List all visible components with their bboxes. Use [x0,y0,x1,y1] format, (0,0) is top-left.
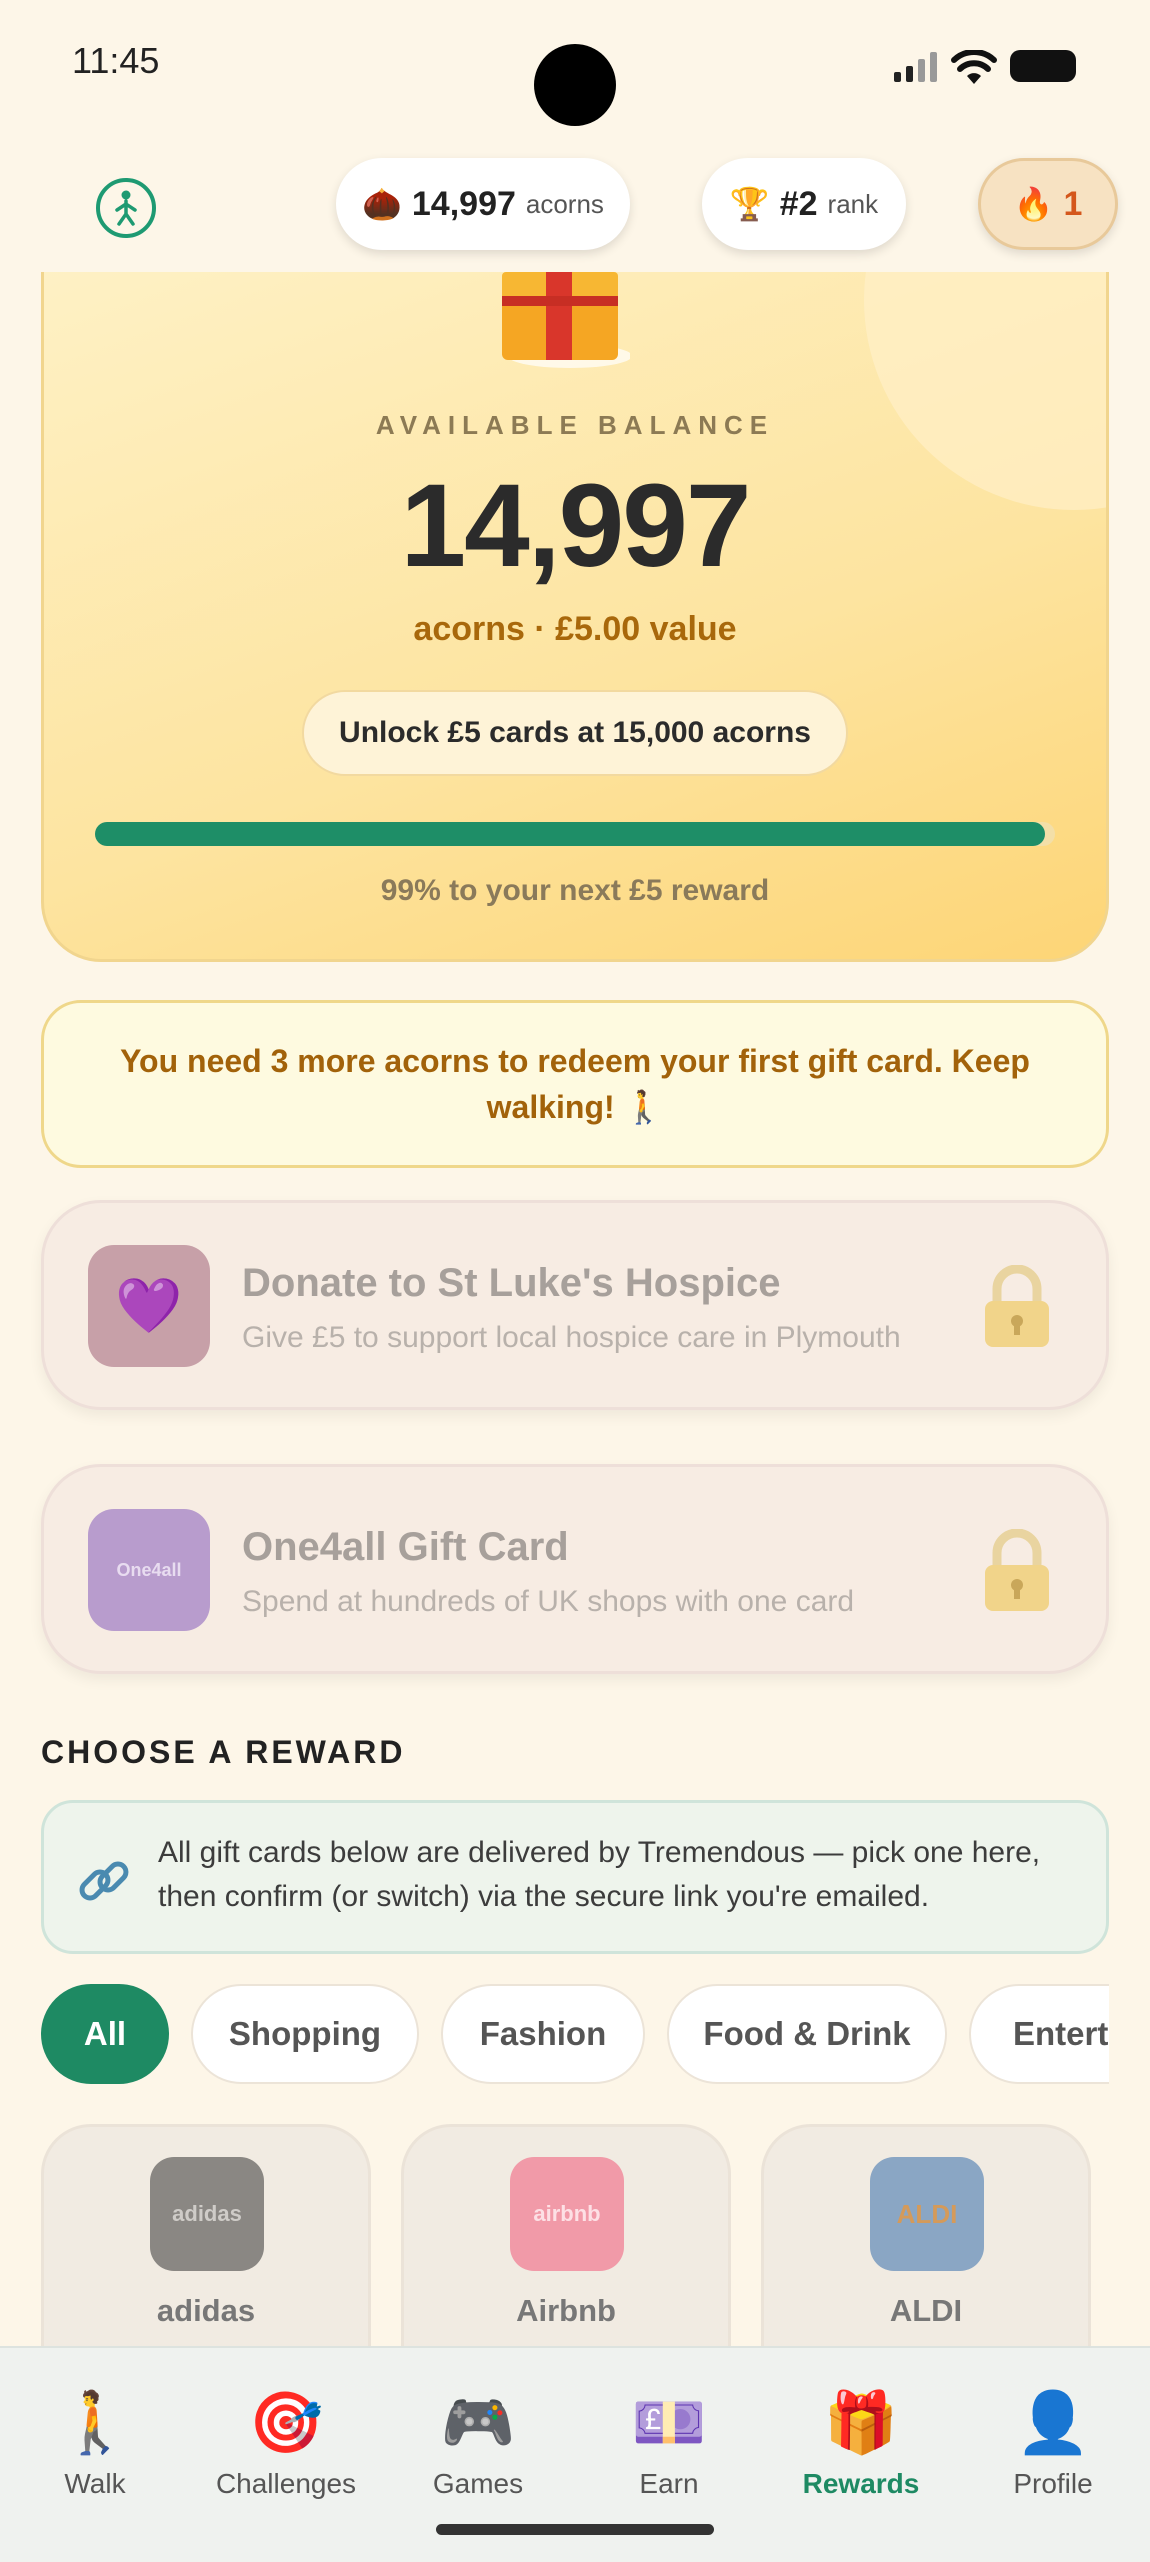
acorns-pill[interactable]: 🌰 14,997 acorns [336,158,630,250]
rank-unit: rank [827,188,879,219]
balance-value: 14,997 [400,460,752,592]
streak-pill[interactable]: 🔥 1 [978,158,1118,250]
acorns-unit: acorns [525,188,604,219]
nav-walk[interactable]: 🚶 Walk [0,2388,190,2500]
nav-label: Games [432,2468,524,2499]
banknote-icon: 💷 [631,2389,707,2456]
redeem-notice: You need 3 more acorns to redeem your fi… [41,1000,1109,1168]
nav-rewards[interactable]: 🎁 Rewards [766,2388,956,2500]
gamepad-icon: 🎮 [440,2389,516,2456]
delivery-info-text: All gift cards below are delivered by Tr… [158,1836,1041,1913]
chip-all[interactable]: All [41,1984,169,2084]
link-icon [79,1861,129,1901]
chip-shopping[interactable]: Shopping [191,1984,419,2084]
heart-icon: 💜 [88,1245,210,1367]
balance-subtitle: acorns · £5.00 value [413,610,737,648]
nav-label: Earn [639,2468,699,2499]
nav-label: Profile [1013,2468,1093,2499]
airbnb-logo: airbnb [510,2157,624,2271]
locked-reward-description: Spend at hundreds of UK shops with one c… [242,1585,855,1618]
nav-games[interactable]: 🎮 Games [383,2388,573,2500]
status-time: 11:45 [72,40,160,81]
nav-challenges[interactable]: 🎯 Challenges [191,2388,381,2500]
nav-label: Challenges [215,2468,357,2499]
locked-reward-card[interactable]: One4all One4all Gift Card Spend at hundr… [41,1464,1109,1674]
profile-icon: 👤 [1015,2389,1091,2456]
rank-value: #2 [779,184,818,223]
gift-icon [502,272,630,368]
adidas-logo: adidas [150,2157,264,2271]
walker-icon[interactable] [96,178,156,238]
streak-count: 1 [1063,184,1083,223]
progress-fill [95,822,1045,846]
locked-reward-title: Donate to St Luke's Hospice [242,1261,781,1305]
locked-reward-title: One4all Gift Card [242,1525,569,1569]
home-indicator [436,2524,714,2535]
brand-name: ALDI [889,2293,963,2328]
acorn-icon: 🌰 [362,186,402,222]
balance-label: AVAILABLE BALANCE [375,410,775,440]
lock-icon [985,1529,1049,1611]
chip-entertainment[interactable]: Entertainment [969,1984,1109,2084]
one4all-logo: One4all [88,1509,210,1631]
delivery-info-box: All gift cards below are delivered by Tr… [41,1800,1109,1954]
progress-text: 99% to your next £5 reward [380,874,770,907]
walker-icon: 🚶 [57,2389,133,2456]
category-chips: All Shopping Fashion Food & Drink Entert… [41,1984,1109,2088]
nav-label: Walk [64,2468,126,2499]
flame-icon: 🔥 [1013,186,1054,222]
brand-name: adidas [156,2293,256,2328]
gift-icon: 🎁 [823,2389,899,2456]
camera-cutout [534,44,616,126]
rank-pill[interactable]: 🏆 #2 rank [702,158,906,250]
target-icon: 🎯 [248,2389,324,2456]
chip-fashion[interactable]: Fashion [441,1984,645,2084]
brand-name: Airbnb [516,2293,616,2328]
wifi-icon [951,50,997,84]
trophy-icon: 🏆 [729,186,770,222]
signal-icon [894,52,937,82]
lock-icon [985,1265,1049,1347]
section-title: CHOOSE A REWARD [41,1734,406,1770]
acorns-count: 14,997 [411,184,516,223]
locked-reward-card[interactable]: 💜 Donate to St Luke's Hospice Give £5 to… [41,1200,1109,1410]
aldi-logo: ALDI [870,2157,984,2271]
nav-profile[interactable]: 👤 Profile [958,2388,1148,2500]
nav-earn[interactable]: 💷 Earn [574,2388,764,2500]
nav-label: Rewards [802,2468,920,2499]
unlock-threshold-pill: Unlock £5 cards at 15,000 acorns [302,690,848,776]
battery-icon [1010,50,1076,82]
locked-reward-description: Give £5 to support local hospice care in… [242,1321,901,1354]
chip-food-drink[interactable]: Food & Drink [667,1984,947,2084]
